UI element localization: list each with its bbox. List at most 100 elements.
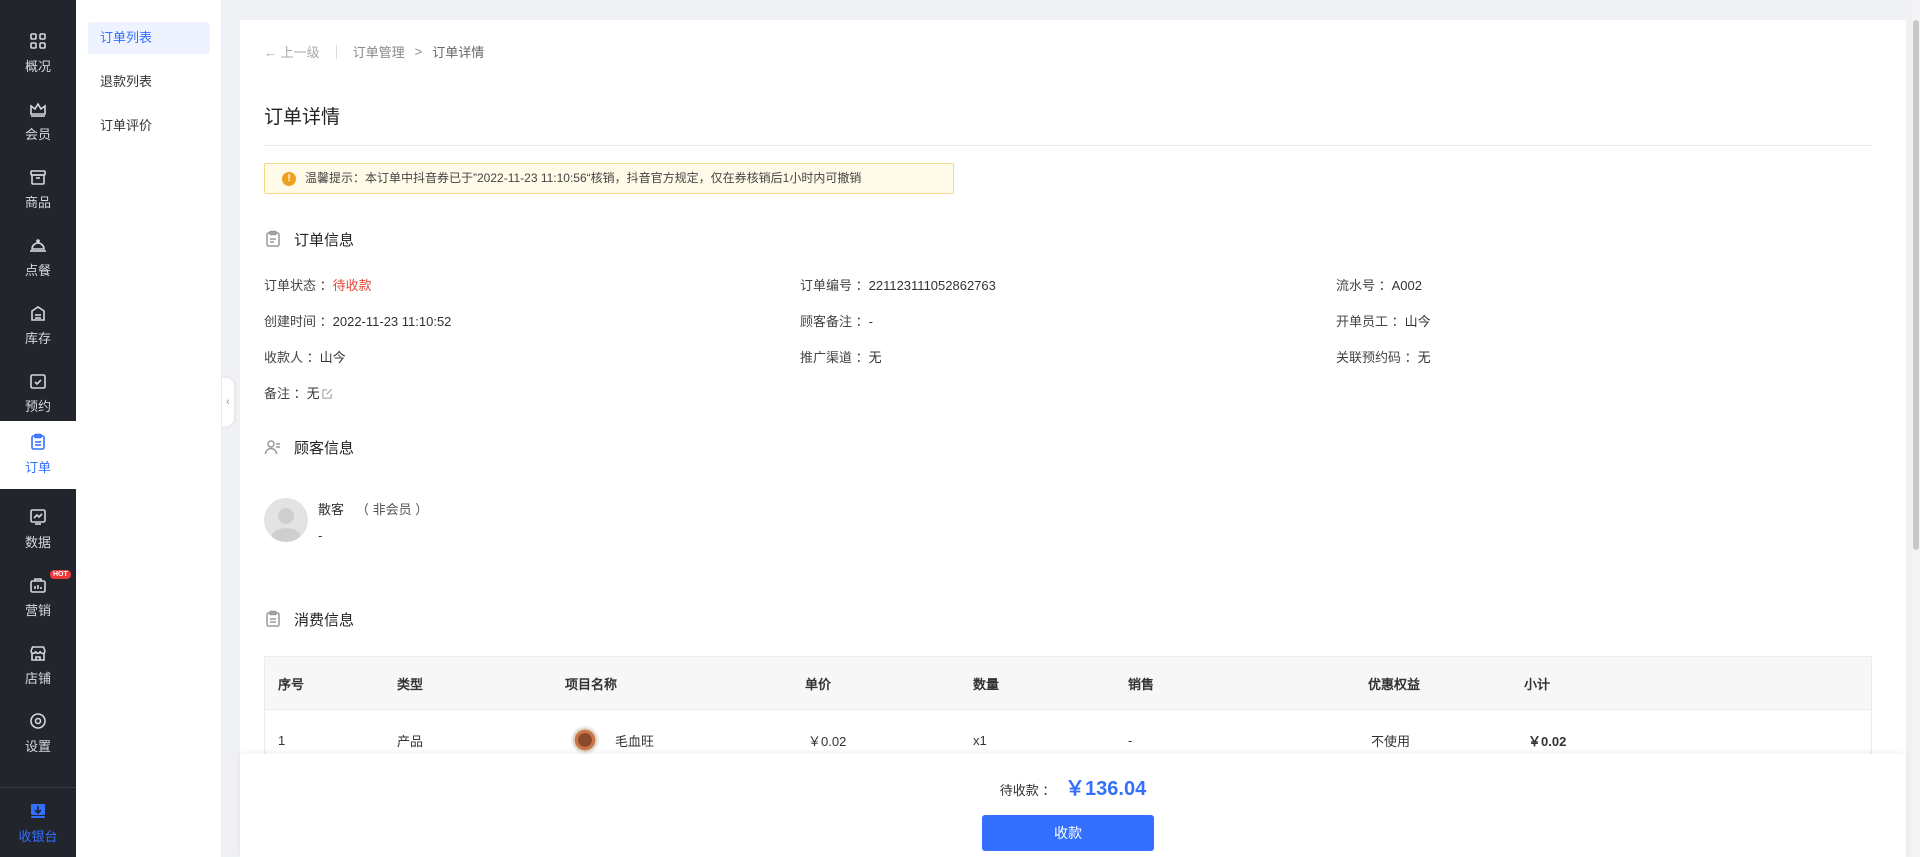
field-label: 流水号 ： — [1336, 278, 1392, 293]
store-icon — [30, 646, 46, 661]
customer-type: （ 非会员 ） — [356, 502, 429, 517]
nav-label: 收银台 — [18, 829, 58, 844]
nav-item-data[interactable]: 数据 — [0, 496, 76, 564]
col-header: 单价 — [805, 676, 832, 692]
remark-value: 无 — [306, 386, 320, 401]
chevron-left-icon: ‹ — [226, 396, 230, 408]
product-thumbnail — [571, 726, 599, 754]
subnav-item-order-reviews[interactable]: 订单评价 — [88, 110, 210, 142]
breadcrumb: ← 上一级 订单管理 > 订单详情 — [264, 42, 484, 61]
subnav-item-order-list[interactable]: 订单列表 — [88, 22, 210, 54]
breadcrumb-current: 订单详情 — [432, 45, 485, 60]
page-title: 订单详情 — [264, 107, 341, 128]
nav-item-store[interactable]: 店铺 — [0, 632, 76, 700]
calendar-check-icon — [30, 374, 46, 389]
col-header: 项目名称 — [565, 676, 618, 692]
field-label: 关联预约码 ： — [1336, 350, 1418, 365]
table-header: 序号 类型 项目名称 单价 数量 销售 优惠权益 小计 — [265, 657, 1871, 710]
back-label: 上一级 — [280, 45, 320, 60]
field-created-time: 创建时间 ：2022-11-23 11:10:52 — [264, 311, 451, 330]
nav-item-ordering[interactable]: 点餐 — [0, 224, 76, 292]
col-header: 数量 — [973, 676, 1000, 692]
section-order-info: 订单信息 — [264, 228, 354, 250]
back-link[interactable]: ← 上一级 — [264, 42, 320, 61]
customer-note-value: - — [868, 314, 873, 329]
field-label: 顾客备注 ： — [800, 314, 869, 329]
user-icon — [264, 440, 280, 455]
amount-due-label: 待收款 ： — [999, 783, 1056, 798]
field-label: 备注 ： — [264, 386, 307, 401]
main-nav: 概况 会员 商品 点餐 库存 预约 订单 数据 HOT 营销 店铺 设置 — [0, 0, 76, 857]
field-label: 创建时间 ： — [264, 314, 333, 329]
section-consumption-info: 消费信息 — [264, 608, 354, 630]
col-header: 优惠权益 — [1368, 676, 1421, 692]
cashier-value: 山今 — [319, 350, 346, 365]
nav-item-inventory[interactable]: 库存 — [0, 292, 76, 360]
nav-item-overview[interactable]: 概况 — [0, 20, 76, 88]
crown-icon — [30, 102, 46, 117]
breadcrumb-parent[interactable]: 订单管理 — [353, 42, 405, 61]
nav-item-booking[interactable]: 预约 — [0, 360, 76, 428]
user-avatar-icon — [271, 508, 301, 542]
avatar — [264, 498, 308, 542]
customer-name-text: 散客 — [318, 502, 345, 517]
nav-item-orders[interactable]: 订单 — [0, 421, 76, 489]
shop-bag-icon — [30, 578, 46, 593]
nav-item-member[interactable]: 会员 — [0, 88, 76, 156]
field-remark: 备注 ：无 — [264, 383, 333, 402]
breadcrumb-divider — [335, 44, 337, 59]
nav-item-settings[interactable]: 设置 — [0, 700, 76, 768]
customer-sub: - — [318, 528, 323, 543]
inventory-icon — [31, 306, 45, 321]
box-icon — [30, 170, 46, 185]
hot-badge: HOT — [50, 570, 71, 579]
nav-label: 会员 — [24, 127, 51, 142]
gear-icon — [30, 713, 46, 729]
field-booking-code: 关联预约码 ：无 — [1336, 347, 1431, 366]
main-panel: ← 上一级 订单管理 > 订单详情 订单详情 ! 温馨提示：本订单中抖音券已于”… — [240, 20, 1906, 857]
breadcrumb-separator: > — [414, 44, 423, 59]
field-label: 订单状态 ： — [264, 278, 333, 293]
col-header: 小计 — [1524, 676, 1551, 692]
created-value: 2022-11-23 11:10:52 — [332, 314, 452, 329]
collapse-sidebar-button[interactable]: ‹ — [222, 378, 234, 426]
field-label: 订单编号 ： — [800, 278, 869, 293]
scrollbar-thumb[interactable] — [1913, 20, 1919, 550]
section-title: 订单信息 — [294, 231, 355, 249]
amount-due-value: ￥136.04 — [1065, 778, 1147, 800]
field-cashier: 收款人 ：山今 — [264, 347, 346, 366]
nav-label: 设置 — [24, 739, 51, 754]
clipboard-icon — [266, 230, 280, 247]
download-tray-icon — [31, 804, 45, 818]
field-label: 收款人 ： — [264, 350, 320, 365]
subnav-item-refund-list[interactable]: 退款列表 — [88, 66, 210, 98]
serial-value: A002 — [1391, 278, 1422, 293]
field-order-no: 订单编号 ：221123111052862763 — [800, 275, 996, 294]
divider — [264, 145, 1872, 146]
col-header: 类型 — [397, 676, 424, 692]
nav-item-marketing[interactable]: HOT 营销 — [0, 564, 76, 632]
warning-icon: ! — [282, 172, 296, 186]
item-name: 毛血旺 — [615, 733, 655, 749]
nav-label: 库存 — [24, 331, 51, 346]
col-header: 序号 — [278, 676, 305, 692]
edit-icon[interactable] — [322, 388, 333, 399]
chart-icon — [30, 509, 46, 525]
field-label: 开单员工 ： — [1336, 314, 1405, 329]
nav-item-cashier[interactable]: 收银台 — [0, 787, 76, 857]
order-subnav: 订单列表 退款列表 订单评价 — [76, 0, 222, 857]
payment-footer: 待收款 ： ￥136.04 收款 — [240, 754, 1906, 857]
collect-payment-button[interactable]: 收款 — [982, 815, 1154, 851]
nav-label: 预约 — [24, 399, 51, 414]
nav-label: 营销 — [24, 603, 51, 618]
arrow-left-icon: ← — [264, 45, 277, 60]
nav-label: 商品 — [24, 195, 51, 210]
notice-text: 温馨提示：本订单中抖音券已于”2022-11-23 11:10:56“核销，抖音… — [305, 171, 862, 185]
nav-item-goods[interactable]: 商品 — [0, 156, 76, 224]
booking-value: 无 — [1417, 350, 1431, 365]
field-label: 推广渠道 ： — [800, 350, 869, 365]
status-value: 待收款 — [332, 278, 372, 293]
grid-icon — [30, 33, 46, 49]
receipt-icon — [266, 610, 280, 627]
section-customer-info: 顾客信息 — [264, 436, 354, 458]
